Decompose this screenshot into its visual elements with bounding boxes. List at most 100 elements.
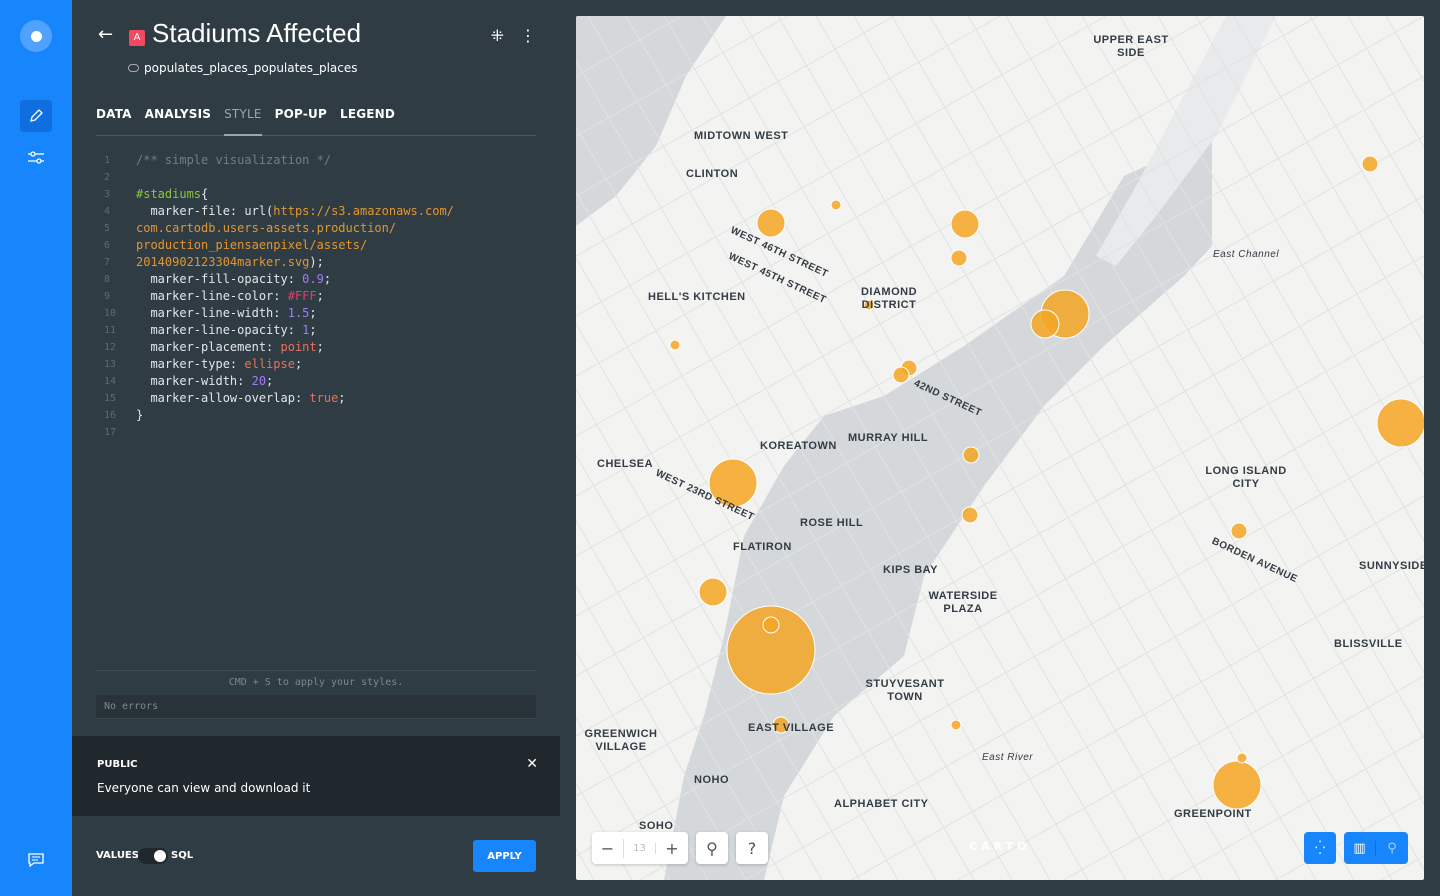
- code-token: https://s3.amazonaws.com/: [273, 204, 454, 218]
- code-token: marker-placement:: [136, 340, 281, 354]
- stadium-marker[interactable]: [830, 199, 842, 211]
- carto-attribution: CARTO: [969, 840, 1031, 853]
- close-icon[interactable]: ✕: [526, 756, 538, 772]
- stadium-marker[interactable]: [961, 506, 979, 524]
- code-token: ;: [316, 289, 324, 303]
- sql-label[interactable]: SQL: [171, 850, 193, 861]
- code-token: #FFF: [287, 289, 317, 303]
- filters-button[interactable]: [20, 142, 52, 174]
- code-token: marker-line-width:: [136, 306, 288, 320]
- code-token: marker-type:: [136, 357, 245, 371]
- stadium-marker[interactable]: [962, 446, 980, 464]
- map-label: STUYVESANT TOWN: [865, 678, 945, 703]
- code-token: marker-fill-opacity:: [136, 272, 303, 286]
- code-token: 20140902123304marker.svg: [136, 255, 310, 269]
- chat-icon: [28, 853, 44, 868]
- widgets-icon: ⁛: [1314, 840, 1326, 856]
- stadium-marker[interactable]: [1361, 155, 1379, 173]
- code-line: 4 marker-file: url(https://s3.amazonaws.…: [96, 203, 536, 220]
- carto-logo[interactable]: [20, 20, 52, 52]
- stadium-marker[interactable]: [950, 249, 968, 267]
- code-token: marker-line-color:: [136, 289, 288, 303]
- stadium-marker[interactable]: [1212, 760, 1262, 810]
- table-view-icon[interactable]: ▥: [1344, 840, 1376, 856]
- zoom-out-button[interactable]: −: [592, 838, 624, 858]
- more-options-icon[interactable]: ⋮: [520, 26, 536, 45]
- line-number: 5: [104, 223, 111, 234]
- code-token: ;: [294, 357, 303, 371]
- line-number: 3: [104, 189, 111, 200]
- widgets-button[interactable]: ⁛: [1304, 832, 1336, 864]
- help-button[interactable]: ?: [736, 832, 768, 864]
- code-line: 16}: [96, 407, 536, 424]
- stadium-marker[interactable]: [1030, 309, 1060, 339]
- code-line: 11 marker-line-opacity: 1;: [96, 322, 536, 339]
- code-token: production_piensaenpixel/assets/: [136, 238, 368, 252]
- zoom-in-button[interactable]: +: [656, 839, 688, 858]
- code-line: 8 marker-fill-opacity: 0.9;: [96, 271, 536, 288]
- tab-popup[interactable]: POP-UP: [275, 107, 327, 136]
- code-token: #stadiums: [136, 187, 202, 201]
- code-token: ellipse: [244, 357, 295, 371]
- code-token: ;: [309, 323, 317, 337]
- stadium-marker[interactable]: [892, 366, 910, 384]
- code-line: 14 marker-width: 20;: [96, 373, 536, 390]
- stadium-marker[interactable]: [669, 339, 681, 351]
- cartocss-editor[interactable]: 1 /** simple visualization */ 2 3 #stadiums{…: [96, 152, 536, 441]
- line-number: 13: [104, 359, 117, 370]
- stadium-marker[interactable]: [762, 616, 780, 634]
- stadium-marker[interactable]: [950, 209, 980, 239]
- layer-tabs: DATA ANALYSIS STYLE POP-UP LEGEND: [96, 107, 536, 136]
- tab-analysis[interactable]: ANALYSIS: [145, 107, 211, 136]
- line-number: 6: [104, 240, 111, 251]
- stadium-marker[interactable]: [698, 577, 728, 607]
- stadium-marker[interactable]: [950, 719, 962, 731]
- search-button[interactable]: ⚲: [696, 832, 728, 864]
- stadium-marker[interactable]: [1230, 522, 1248, 540]
- line-number: 1: [104, 155, 111, 166]
- tab-legend[interactable]: LEGEND: [340, 107, 395, 136]
- code-token: );: [309, 255, 324, 269]
- tab-style[interactable]: STYLE: [224, 107, 262, 136]
- stadium-marker[interactable]: [756, 208, 786, 238]
- code-token: 1.5: [287, 306, 310, 320]
- code-token: true: [309, 391, 339, 405]
- stadium-marker[interactable]: [1236, 752, 1248, 764]
- line-number: 7: [104, 257, 111, 268]
- collapse-icon[interactable]: ⁜: [491, 26, 504, 45]
- line-number: 12: [104, 342, 117, 353]
- editor-footer: VALUES SQL APPLY: [96, 840, 536, 872]
- values-label[interactable]: VALUES: [96, 850, 139, 861]
- style-edit-button[interactable]: [20, 100, 52, 132]
- line-number: 17: [104, 427, 117, 438]
- tab-data[interactable]: DATA: [96, 107, 132, 136]
- help-icon: ?: [747, 838, 757, 858]
- values-sql-toggle[interactable]: [138, 848, 168, 864]
- code-line: 2: [96, 169, 536, 186]
- line-number: 4: [104, 206, 111, 217]
- back-arrow-icon[interactable]: ←: [98, 24, 113, 45]
- editor-hint: CMD + S to apply your styles.: [96, 670, 536, 695]
- code-token: ;: [309, 306, 317, 320]
- map-pin-icon[interactable]: ⚲: [1376, 841, 1408, 856]
- code-token: ;: [323, 272, 332, 286]
- line-number: 11: [104, 325, 117, 336]
- map-label: East River: [982, 752, 1034, 763]
- line-number: 16: [104, 410, 117, 421]
- layer-title[interactable]: Stadiums Affected: [152, 18, 361, 49]
- feedback-button[interactable]: [20, 844, 52, 876]
- code-token: point: [280, 340, 317, 354]
- map-view[interactable]: MIDTOWN WEST CLINTON HELL'S KITCHEN DIAMOND…: [576, 16, 1424, 880]
- map-label: MURRAY HILL: [848, 432, 929, 444]
- stadium-marker[interactable]: [1376, 398, 1424, 448]
- line-number: 10: [104, 308, 117, 319]
- code-token: marker-allow-overlap:: [136, 391, 310, 405]
- line-number: 15: [104, 393, 117, 404]
- notice-title: PUBLIC: [97, 759, 138, 770]
- apply-button[interactable]: APPLY: [473, 840, 536, 872]
- map-label: FLATIRON: [733, 541, 792, 553]
- map-label: East Channel: [1213, 249, 1280, 260]
- map-label: CHELSEA: [597, 458, 654, 470]
- sliders-icon: [28, 151, 44, 164]
- map-label: GREENWICH VILLAGE: [584, 728, 658, 753]
